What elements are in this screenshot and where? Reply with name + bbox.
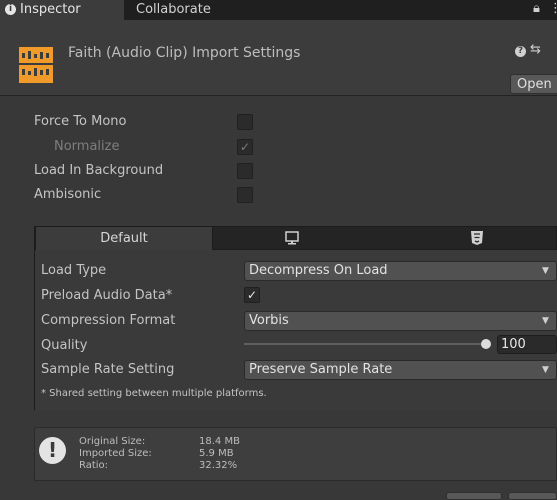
apply-button[interactable]	[508, 492, 557, 500]
header-title: Faith (Audio Clip) Import Settings	[68, 45, 301, 61]
kebab-menu-icon[interactable]: ⋮	[549, 1, 557, 16]
load-type-dropdown[interactable]: Decompress On Load ▼	[244, 261, 557, 281]
quality-slider-handle[interactable]	[481, 339, 491, 349]
dropdown-arrow-icon: ▼	[542, 266, 549, 276]
ambisonic-label: Ambisonic	[34, 187, 102, 202]
preset-icon[interactable]: ⇆	[530, 42, 541, 57]
lock-icon[interactable]: 🔒︎	[533, 1, 540, 16]
check-icon: ✓	[240, 140, 251, 154]
normalize-checkbox: ✓	[237, 139, 253, 155]
open-button[interactable]: Open	[510, 74, 557, 94]
imported-size-label: Imported Size:	[79, 448, 152, 459]
revert-button[interactable]	[446, 492, 502, 500]
ambisonic-checkbox[interactable]	[237, 187, 253, 203]
help-icon[interactable]: ?	[515, 46, 526, 57]
tab-inspector[interactable]: i Inspector	[0, 0, 124, 20]
ratio-value: 32.32%	[199, 460, 238, 471]
sample-rate-setting-value: Preserve Sample Rate	[249, 362, 393, 377]
preload-audio-data-label: Preload Audio Data*	[41, 288, 173, 303]
audio-clip-icon	[19, 47, 53, 83]
compression-format-value: Vorbis	[249, 313, 289, 328]
imported-size-value: 5.9 MB	[199, 448, 234, 459]
tab-inspector-label: Inspector	[20, 2, 81, 17]
inspector-header: Faith (Audio Clip) Import Settings ? ⇆ O…	[0, 20, 557, 96]
quality-input[interactable]: 100	[497, 335, 557, 354]
normalize-label: Normalize	[54, 139, 120, 154]
sample-rate-setting-dropdown[interactable]: Preserve Sample Rate ▼	[244, 360, 557, 380]
original-size-value: 18.4 MB	[199, 436, 240, 447]
load-type-value: Decompress On Load	[249, 263, 388, 278]
platform-tab-bar: Default	[34, 226, 557, 252]
dropdown-arrow-icon: ▼	[542, 365, 549, 375]
window-tab-bar: i Inspector Collaborate 🔒︎ ⋮	[0, 0, 557, 20]
compression-format-dropdown[interactable]: Vorbis ▼	[244, 311, 557, 331]
quality-label: Quality	[41, 338, 88, 353]
load-type-label: Load Type	[41, 263, 107, 278]
monitor-icon[interactable]	[285, 231, 299, 245]
info-icon: !	[39, 437, 66, 464]
load-in-background-checkbox[interactable]	[237, 163, 253, 179]
check-icon: ✓	[247, 288, 258, 302]
quality-slider-track[interactable]	[244, 343, 487, 345]
original-size-label: Original Size:	[79, 436, 146, 447]
html5-icon[interactable]	[471, 231, 483, 245]
compression-format-label: Compression Format	[41, 313, 176, 328]
ratio-label: Ratio:	[79, 460, 109, 471]
force-to-mono-label: Force To Mono	[34, 114, 127, 129]
shared-setting-note: * Shared setting between multiple platfo…	[41, 388, 267, 399]
tab-collaborate[interactable]: Collaborate	[136, 0, 211, 20]
tab-default-platform[interactable]: Default	[35, 226, 213, 252]
sample-rate-setting-label: Sample Rate Setting	[41, 362, 175, 377]
load-in-background-label: Load In Background	[34, 163, 164, 178]
force-to-mono-checkbox[interactable]	[237, 114, 253, 130]
preload-audio-data-checkbox[interactable]: ✓	[244, 287, 260, 303]
info-icon: i	[5, 4, 16, 15]
dropdown-arrow-icon: ▼	[542, 316, 549, 326]
